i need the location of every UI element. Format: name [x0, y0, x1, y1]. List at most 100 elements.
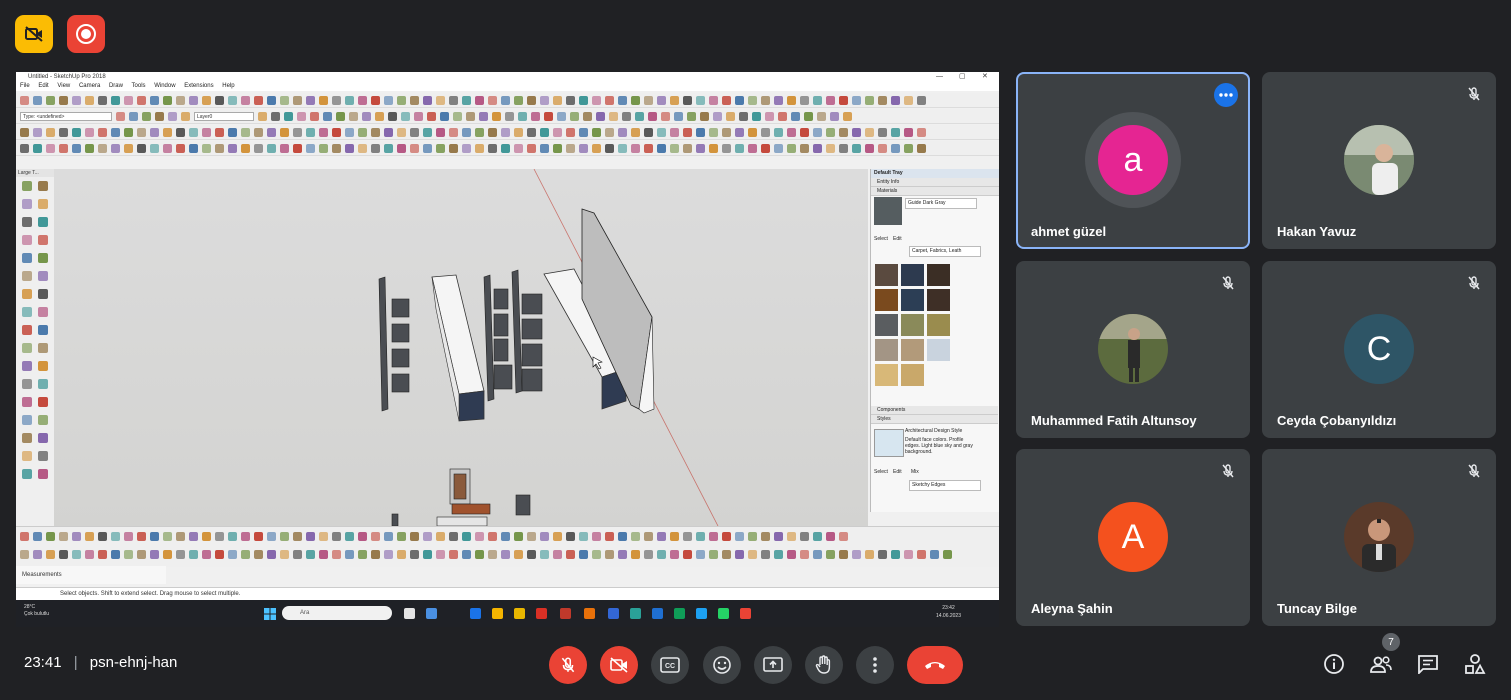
toolbar-tool-icon[interactable] — [852, 143, 861, 153]
material-swatch[interactable] — [875, 339, 898, 361]
toolbar-tool-icon[interactable] — [592, 532, 601, 541]
toolbar-tool-icon[interactable] — [670, 550, 679, 559]
toolbar-tool-icon[interactable] — [349, 111, 358, 121]
toolbar-tool-icon[interactable] — [696, 95, 705, 105]
toolbar-tool-icon[interactable] — [336, 111, 345, 121]
toolbar-tool-icon[interactable] — [59, 127, 68, 137]
toolbar-tool-icon[interactable] — [488, 550, 497, 559]
toolbar-tool-icon[interactable] — [397, 550, 406, 559]
toolbar-tool-icon[interactable] — [475, 550, 484, 559]
toolbar-tool-icon[interactable] — [657, 532, 666, 541]
toolbar-tool-icon[interactable] — [579, 127, 588, 137]
mic-toggle-button[interactable] — [549, 646, 587, 684]
toolbar-tool-icon[interactable] — [371, 127, 380, 137]
toolbar-tool-icon[interactable] — [267, 127, 276, 137]
toolbar-tool-icon[interactable] — [280, 532, 289, 541]
toolbar-tool-icon[interactable] — [683, 550, 692, 559]
toolbar-tool-icon[interactable] — [332, 550, 341, 559]
toolbar-tool-icon[interactable] — [150, 550, 159, 559]
toolbar-tool-icon[interactable] — [609, 111, 618, 121]
toolbar-tool-icon[interactable] — [843, 111, 852, 121]
toolbar-tool-icon[interactable] — [124, 532, 133, 541]
toolbar-tool-icon[interactable] — [423, 143, 432, 153]
toolbar-tool-icon[interactable] — [709, 143, 718, 153]
toolbar-tool-icon[interactable] — [605, 143, 614, 153]
toolbar-tool-icon[interactable] — [722, 143, 731, 153]
toolbar-tool-icon[interactable] — [22, 181, 32, 191]
toolbar-tool-icon[interactable] — [436, 550, 445, 559]
toolbar-tool-icon[interactable] — [592, 143, 601, 153]
toolbar-tool-icon[interactable] — [189, 127, 198, 137]
meeting-details-button[interactable] — [1322, 652, 1346, 676]
toolbar-tool-icon[interactable] — [384, 532, 393, 541]
toolbar-tool-icon[interactable] — [735, 127, 744, 137]
toolbar-tool-icon[interactable] — [111, 95, 120, 105]
recording-badge[interactable] — [67, 15, 105, 53]
toolbar-tool-icon[interactable] — [332, 532, 341, 541]
toolbar-tool-icon[interactable] — [527, 127, 536, 137]
model-viewport[interactable] — [54, 169, 868, 526]
toolbar-tool-icon[interactable] — [865, 95, 874, 105]
toolbar-tool-icon[interactable] — [813, 95, 822, 105]
toolbar-tool-icon[interactable] — [943, 550, 952, 559]
toolbar-tool-icon[interactable] — [492, 111, 501, 121]
toolbar-tool-icon[interactable] — [436, 95, 445, 105]
toolbar-tool-icon[interactable] — [38, 181, 48, 191]
toolbar-tool-icon[interactable] — [813, 550, 822, 559]
toolbar-tool-icon[interactable] — [254, 127, 263, 137]
toolbar-tool-icon[interactable] — [631, 532, 640, 541]
toolbar-tool-icon[interactable] — [189, 143, 198, 153]
toolbar-tool-icon[interactable] — [181, 111, 190, 121]
toolbar-tool-icon[interactable] — [566, 143, 575, 153]
toolbar-tool-icon[interactable] — [787, 532, 796, 541]
material-swatch[interactable] — [927, 264, 950, 286]
toolbar-tool-icon[interactable] — [202, 532, 211, 541]
toolbar-tool-icon[interactable] — [540, 143, 549, 153]
toolbar-tool-icon[interactable] — [449, 143, 458, 153]
toolbar-tool-icon[interactable] — [85, 95, 94, 105]
toolbar-tool-icon[interactable] — [449, 95, 458, 105]
toolbar-tool-icon[interactable] — [501, 532, 510, 541]
toolbar-tool-icon[interactable] — [852, 127, 861, 137]
toolbar-tool-icon[interactable] — [358, 532, 367, 541]
toolbar-tool-icon[interactable] — [514, 550, 523, 559]
participant-tile[interactable]: Tuncay Bilge — [1262, 449, 1496, 626]
toolbar-tool-icon[interactable] — [813, 143, 822, 153]
toolbar-tool-icon[interactable] — [137, 143, 146, 153]
toolbar-tool-icon[interactable] — [345, 127, 354, 137]
taskbar-app-icon[interactable] — [470, 608, 481, 619]
toolbar-tool-icon[interactable] — [319, 532, 328, 541]
taskbar-app-icon[interactable] — [740, 608, 751, 619]
toolbar-tool-icon[interactable] — [826, 550, 835, 559]
toolbar-tool-icon[interactable] — [358, 143, 367, 153]
tray-section-materials[interactable]: Materials — [871, 187, 999, 196]
toolbar-tool-icon[interactable] — [475, 127, 484, 137]
toolbar-tool-icon[interactable] — [501, 143, 510, 153]
toolbar-tool-icon[interactable] — [917, 143, 926, 153]
toolbar-tool-icon[interactable] — [22, 217, 32, 227]
participant-tile[interactable]: Hakan Yavuz — [1262, 72, 1496, 249]
toolbar-tool-icon[interactable] — [800, 532, 809, 541]
toolbar-tool-icon[interactable] — [735, 550, 744, 559]
toolbar-tool-icon[interactable] — [38, 469, 48, 479]
toolbar-tool-icon[interactable] — [462, 95, 471, 105]
toolbar-tool-icon[interactable] — [129, 111, 138, 121]
toolbar-tool-icon[interactable] — [830, 111, 839, 121]
toolbar-tool-icon[interactable] — [622, 111, 631, 121]
toolbar-tool-icon[interactable] — [202, 550, 211, 559]
toolbar-tool-icon[interactable] — [98, 143, 107, 153]
participant-tile[interactable]: Muhammed Fatih Altunsoy — [1016, 261, 1250, 438]
toolbar-tool-icon[interactable] — [241, 143, 250, 153]
toolbar-tool-icon[interactable] — [137, 550, 146, 559]
toolbar-tool-icon[interactable] — [839, 95, 848, 105]
toolbar-tool-icon[interactable] — [427, 111, 436, 121]
toolbar-tool-icon[interactable] — [306, 127, 315, 137]
toolbar-tool-icon[interactable] — [670, 143, 679, 153]
toolbar-tool-icon[interactable] — [527, 95, 536, 105]
toolbar-tool-icon[interactable] — [22, 343, 32, 353]
toolbar-tool-icon[interactable] — [787, 95, 796, 105]
toolbar-tool-icon[interactable] — [59, 95, 68, 105]
toolbar-tool-icon[interactable] — [306, 532, 315, 541]
toolbar-tool-icon[interactable] — [891, 143, 900, 153]
toolbar-tool-icon[interactable] — [930, 550, 939, 559]
